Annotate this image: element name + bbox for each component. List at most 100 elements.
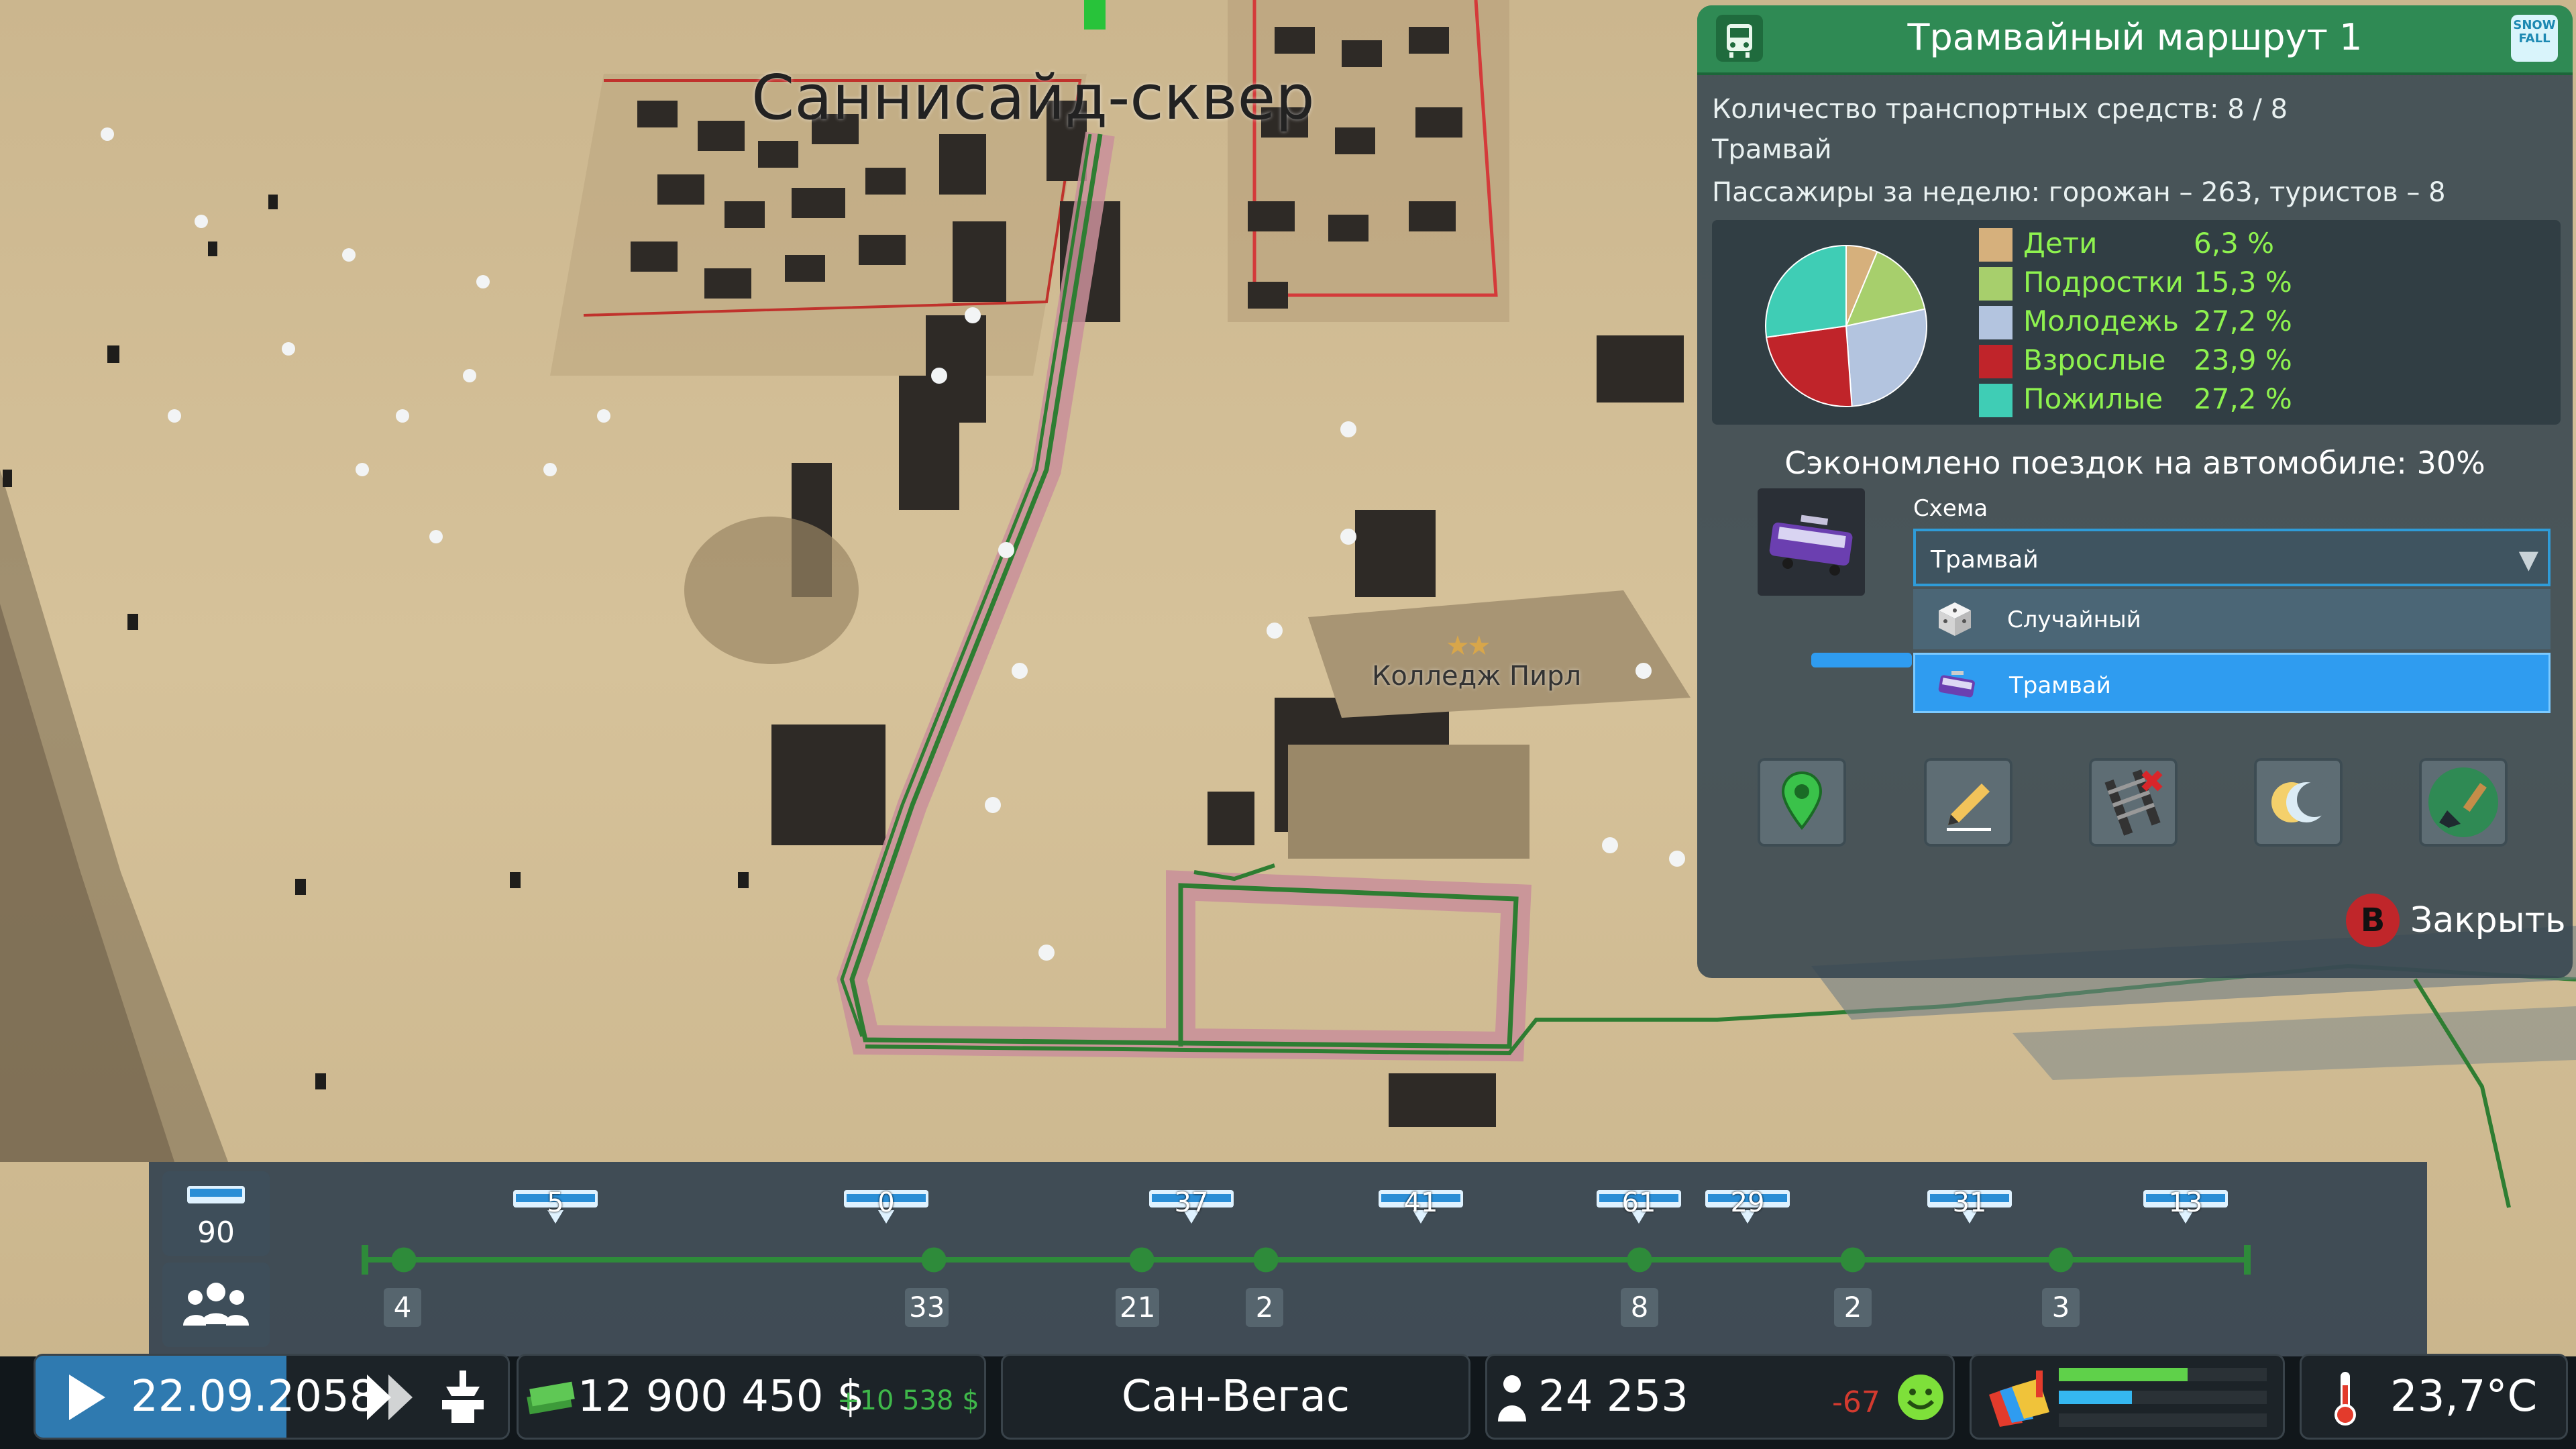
schema-option-random[interactable]: Случайный bbox=[1913, 589, 2551, 649]
vehicle-passenger-count: 61 bbox=[1621, 1187, 1656, 1218]
dice-icon bbox=[1933, 598, 1976, 639]
industrial-demand-bar bbox=[2059, 1413, 2267, 1427]
route-line-view: 90 bbox=[149, 1162, 2427, 1356]
legend-value: 15,3 % bbox=[2194, 266, 2292, 299]
building-name-label[interactable]: Колледж Пирл bbox=[1372, 661, 1581, 692]
happiness-smiley-icon bbox=[1898, 1375, 1943, 1420]
route-stop bbox=[1253, 1247, 1279, 1273]
schema-dropdown[interactable]: Трамвай ▼ bbox=[1913, 529, 2551, 586]
schema-selected-value: Трамвай bbox=[1931, 546, 2039, 574]
option-label-random: Случайный bbox=[2007, 606, 2141, 633]
tram-option-icon bbox=[1935, 664, 1978, 704]
snowfall-badge-icon: SNOW FALL bbox=[2511, 15, 2558, 62]
edit-route-button[interactable] bbox=[1924, 758, 2012, 847]
slider-track[interactable] bbox=[1811, 653, 1912, 667]
vehicle-marker[interactable]: 41 bbox=[1377, 1187, 1464, 1232]
route-line-diagram bbox=[362, 1163, 2369, 1275]
route-stop bbox=[1129, 1247, 1155, 1273]
legend-name: Пожилые bbox=[2023, 382, 2163, 415]
person-icon bbox=[1498, 1375, 1526, 1421]
route-title[interactable]: Трамвайный маршрут 1 bbox=[1697, 16, 2573, 58]
delete-route-icon bbox=[2104, 769, 2163, 836]
thermometer-icon bbox=[2334, 1372, 2356, 1426]
age-pie-chart bbox=[1765, 244, 1927, 407]
money-stack-icon bbox=[527, 1381, 575, 1415]
schema-label: Схема bbox=[1913, 495, 1988, 522]
location-pin-icon bbox=[1781, 771, 1823, 830]
close-button[interactable]: B Закрыть bbox=[2346, 891, 2566, 951]
edit-pencil-icon bbox=[1947, 784, 1991, 831]
stop-waiting-count[interactable]: 2 bbox=[1834, 1288, 1872, 1327]
chevron-down-icon: ▼ bbox=[2518, 545, 2538, 574]
vehicle-passenger-count: 0 bbox=[877, 1187, 895, 1218]
vehicle-marker[interactable]: 61 bbox=[1595, 1187, 1682, 1232]
delete-route-button[interactable] bbox=[2089, 758, 2178, 847]
stop-waiting-count[interactable]: 2 bbox=[1246, 1288, 1283, 1327]
vehicle-marker[interactable]: 31 bbox=[1926, 1187, 2013, 1232]
route-stop bbox=[391, 1247, 417, 1273]
stop-waiting-count[interactable]: 8 bbox=[1621, 1288, 1658, 1327]
legend-name: Подростки bbox=[2023, 266, 2184, 299]
route-stop bbox=[1627, 1247, 1652, 1273]
vehicle-marker[interactable]: 13 bbox=[2142, 1187, 2229, 1232]
stop-waiting-count[interactable]: 21 bbox=[1116, 1288, 1160, 1327]
stop-waiting-count[interactable]: 33 bbox=[905, 1288, 949, 1327]
legend-swatch bbox=[1979, 267, 2012, 301]
district-name-label[interactable]: Саннисайд-сквер bbox=[751, 62, 1315, 133]
vehicle-count-text: Количество транспортных средств: 8 / 8 bbox=[1712, 94, 2288, 125]
zoning-demand-box[interactable] bbox=[1970, 1354, 2285, 1440]
fast-forward-icon[interactable] bbox=[364, 1371, 425, 1424]
residential-demand-fill bbox=[2059, 1368, 2188, 1381]
temperature-box[interactable]: 23,7°C bbox=[2300, 1354, 2568, 1440]
vehicle-marker[interactable]: 0 bbox=[843, 1187, 930, 1232]
show-route-button[interactable] bbox=[1758, 758, 1846, 847]
legend-swatch bbox=[1979, 306, 2012, 339]
weekly-passengers-text: Пассажиры за неделю: горожан – 263, тури… bbox=[1712, 177, 2446, 208]
population-box[interactable]: 24 253 -67 bbox=[1485, 1354, 1955, 1440]
route-color-button[interactable] bbox=[2419, 758, 2508, 847]
vehicle-passenger-count: 5 bbox=[547, 1187, 564, 1218]
option-label-tram: Трамвай bbox=[2009, 672, 2111, 699]
vehicle-marker[interactable]: 5 bbox=[512, 1187, 599, 1232]
route-info-panel: Трамвайный маршрут 1 SNOW FALL Количеств… bbox=[1697, 5, 2573, 978]
panel-header: Трамвайный маршрут 1 SNOW FALL bbox=[1697, 5, 2573, 75]
vehicle-passenger-count: 13 bbox=[2168, 1187, 2203, 1218]
stop-waiting-count[interactable]: 3 bbox=[2042, 1288, 2080, 1327]
gamepad-b-icon: B bbox=[2346, 894, 2400, 947]
legend-swatch bbox=[1979, 345, 2012, 378]
time-control-box: 22.09.2058 bbox=[34, 1354, 510, 1440]
tram-vehicle-icon bbox=[1758, 488, 1865, 596]
vehicle-marker[interactable]: 29 bbox=[1704, 1187, 1791, 1232]
legend-swatch bbox=[1979, 384, 2012, 417]
route-stop bbox=[921, 1247, 947, 1273]
day-night-icon bbox=[2271, 782, 2332, 822]
money-delta: +10 538 $ bbox=[837, 1385, 979, 1416]
vehicle-passenger-count: 37 bbox=[1174, 1187, 1209, 1218]
legend-name: Молодежь bbox=[2023, 305, 2179, 337]
stop-waiting-count[interactable]: 4 bbox=[384, 1288, 421, 1327]
city-name-box[interactable]: Сан-Вегас bbox=[1001, 1354, 1470, 1440]
schema-option-tram[interactable]: Трамвай bbox=[1913, 653, 2551, 713]
pie-slice bbox=[1845, 308, 1927, 407]
money-box[interactable]: 12 900 450 $ +10 538 $ bbox=[517, 1354, 986, 1440]
hourglass-speed-icon[interactable] bbox=[433, 1366, 493, 1427]
vehicle-marker[interactable]: 37 bbox=[1148, 1187, 1235, 1232]
population-count: 24 253 bbox=[1538, 1372, 1688, 1421]
zoning-demand-icon bbox=[1989, 1371, 2049, 1427]
play-icon[interactable] bbox=[64, 1371, 111, 1424]
temperature-value: 23,7°C bbox=[2390, 1372, 2538, 1421]
route-stop bbox=[1840, 1247, 1866, 1273]
city-name: Сан-Вегас bbox=[1121, 1372, 1350, 1421]
close-label: Закрыть bbox=[2410, 900, 2566, 941]
day-night-button[interactable] bbox=[2254, 758, 2343, 847]
building-stars: ★★ bbox=[1446, 631, 1491, 661]
vehicle-passenger-count: 29 bbox=[1730, 1187, 1765, 1218]
vehicle-passenger-count: 41 bbox=[1403, 1187, 1438, 1218]
age-distribution-box: Дети 6,3 % Подростки 15,3 % Молодежь 27,2 % Вз… bbox=[1712, 220, 2561, 425]
money-balance: 12 900 450 $ bbox=[578, 1372, 865, 1421]
commercial-demand-bar bbox=[2059, 1391, 2267, 1404]
commercial-demand-fill bbox=[2059, 1391, 2132, 1404]
vehicle-passenger-count: 31 bbox=[1952, 1187, 1987, 1218]
paint-brush-icon bbox=[2428, 767, 2498, 837]
legend-value: 27,2 % bbox=[2194, 382, 2292, 415]
